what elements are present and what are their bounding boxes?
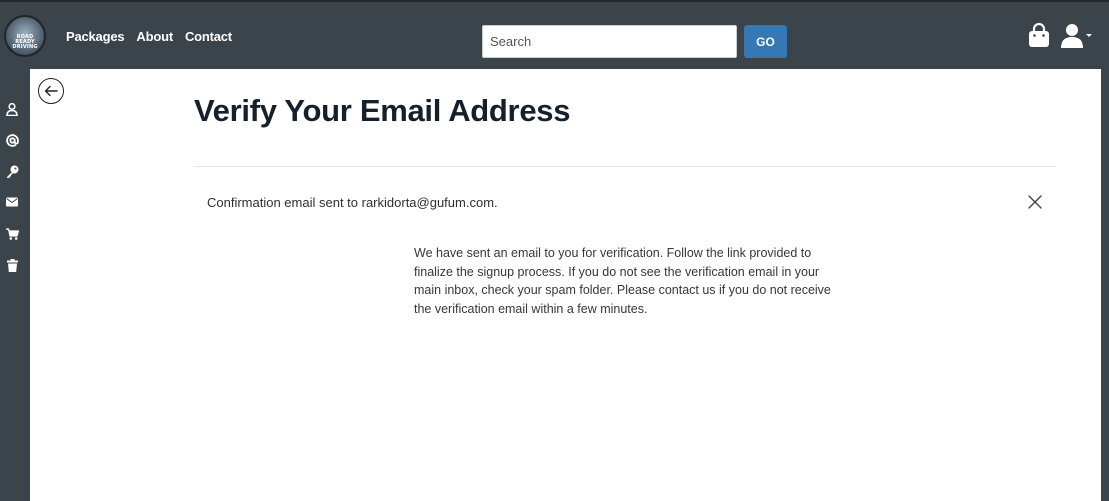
nav-link-contact[interactable]: Contact <box>185 29 232 44</box>
top-navbar: ROAD READY DRIVING Packages About Contac… <box>0 0 1109 69</box>
at-icon[interactable] <box>5 133 19 147</box>
page-title: Verify Your Email Address <box>194 93 571 128</box>
sidebar <box>0 69 30 501</box>
site-logo[interactable]: ROAD READY DRIVING <box>4 15 46 57</box>
main-content: Verify Your Email Address Confirmation e… <box>30 69 1101 501</box>
go-button[interactable]: GO <box>744 25 787 58</box>
shopping-bag-icon[interactable] <box>1028 22 1050 48</box>
back-button[interactable] <box>38 78 64 104</box>
user-icon <box>1061 24 1083 48</box>
trash-icon[interactable] <box>5 258 19 272</box>
user-icon[interactable] <box>5 102 19 116</box>
title-divider <box>194 166 1056 167</box>
main-nav: Packages About Contact <box>66 29 244 44</box>
verification-instructions: We have sent an email to you for verific… <box>414 246 831 317</box>
user-menu-button[interactable] <box>1060 23 1096 49</box>
nav-link-about[interactable]: About <box>136 29 173 44</box>
page-scrollbar[interactable] <box>1101 69 1109 501</box>
chevron-down-icon <box>1086 34 1092 37</box>
search-input[interactable] <box>482 25 737 58</box>
key-icon[interactable] <box>5 164 19 178</box>
arrow-left-icon <box>44 85 58 97</box>
cart-icon[interactable] <box>5 227 19 241</box>
close-icon[interactable] <box>1026 193 1044 211</box>
nav-link-packages[interactable]: Packages <box>66 29 125 44</box>
logo-text: ROAD READY DRIVING <box>12 33 38 50</box>
envelope-icon[interactable] <box>5 195 19 209</box>
alert-message: Confirmation email sent to rarkidorta@gu… <box>207 195 498 210</box>
